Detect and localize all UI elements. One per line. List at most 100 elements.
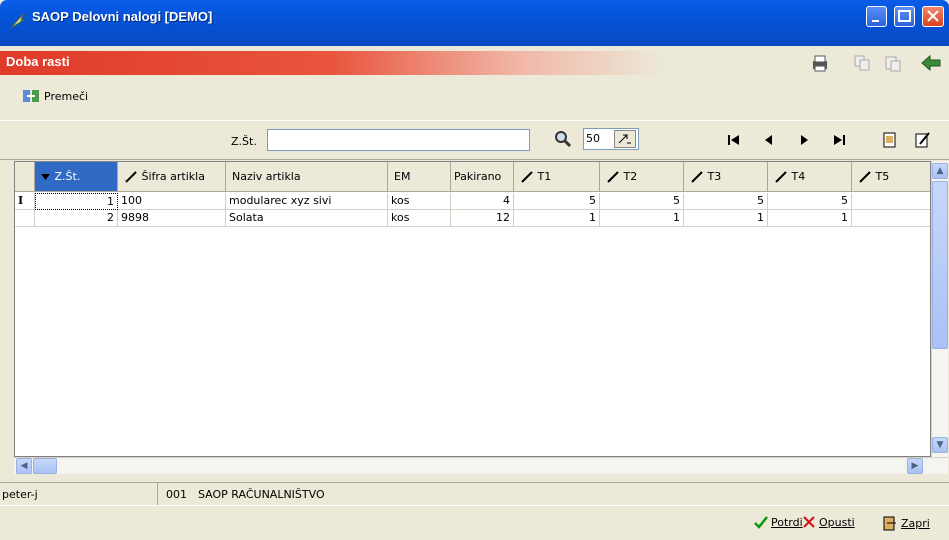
maximize-icon [898, 10, 911, 22]
title-bar: SAOP Delovni nalogi [DEMO] [0, 0, 949, 46]
scroll-right-icon[interactable]: ▶ [907, 458, 923, 474]
print-icon[interactable] [810, 54, 830, 75]
table-cell[interactable]: 1 [600, 210, 684, 227]
table-cell[interactable]: kos [388, 210, 451, 227]
scroll-up-icon[interactable]: ▲ [932, 163, 948, 179]
column-header-t1[interactable]: T1 [514, 162, 600, 192]
exit-icon[interactable] [920, 54, 942, 75]
table-cell[interactable]: kos [388, 193, 451, 210]
move-columns-icon [23, 90, 39, 102]
table-cell[interactable]: 100 [118, 193, 226, 210]
column-header-label: T1 [537, 170, 552, 183]
sub-header-title: Doba rasti [6, 54, 70, 69]
column-header-label: T4 [791, 170, 806, 183]
new-document-icon[interactable] [882, 131, 898, 152]
move-button-label: Premeči [44, 89, 89, 103]
checkmark-icon [754, 516, 768, 529]
copy-icon[interactable] [853, 54, 871, 75]
table-cell[interactable]: 1 [768, 210, 852, 227]
column-header-label: Naziv artikla [232, 170, 301, 183]
pencil-icon [691, 170, 703, 183]
close-button[interactable] [922, 6, 944, 27]
last-record-icon[interactable] [832, 133, 846, 150]
vertical-scrollbar[interactable]: ▲ ▼ [931, 161, 948, 457]
search-icon[interactable] [554, 130, 572, 151]
status-divider [157, 483, 158, 505]
scroll-left-icon[interactable]: ◀ [16, 458, 32, 474]
table-cell[interactable]: Solata [226, 210, 388, 227]
column-header-em[interactable]: EM [388, 162, 451, 192]
column-header-label: T5 [875, 170, 890, 183]
app-logo-icon [10, 13, 26, 29]
pencil-icon [521, 170, 533, 183]
data-grid: Z.Št. Šifra artikla Naziv artikla EM Pak… [14, 161, 931, 457]
door-exit-icon [883, 516, 896, 531]
table-cell[interactable]: 4 [451, 193, 514, 210]
paste-icon[interactable] [884, 54, 902, 75]
pencil-icon [607, 170, 619, 183]
column-header-label: EM [394, 170, 411, 183]
previous-record-icon[interactable] [762, 133, 776, 150]
column-header-zst[interactable]: Z.Št. [35, 162, 118, 192]
column-header-t2[interactable]: T2 [600, 162, 684, 192]
close-form-button-label: Zapri [901, 516, 930, 530]
cancel-x-icon [803, 516, 815, 528]
cancel-button[interactable]: Opusti [802, 515, 855, 529]
table-cell[interactable]: 5 [768, 193, 852, 210]
minimize-button[interactable] [866, 6, 887, 27]
column-header-label: T3 [707, 170, 722, 183]
zst-label: Z.Št. [231, 135, 257, 148]
status-user: peter-j [2, 488, 38, 501]
scroll-thumb[interactable] [932, 181, 948, 349]
confirm-button[interactable]: Potrdi [754, 515, 803, 529]
column-header-label: T2 [623, 170, 638, 183]
column-header-t5[interactable]: T5 [852, 162, 930, 192]
column-header-sifra[interactable]: Šifra artikla [118, 162, 226, 192]
column-header-naziv[interactable]: Naziv artikla [226, 162, 388, 192]
status-code: 001 [166, 488, 187, 501]
table-cell[interactable]: 5 [684, 193, 768, 210]
pencil-icon [859, 170, 871, 183]
zst-search-input[interactable] [267, 129, 530, 151]
next-record-icon[interactable] [798, 133, 812, 150]
table-cell[interactable]: 1 [514, 210, 600, 227]
table-cell[interactable] [852, 193, 930, 210]
column-header-t3[interactable]: T3 [684, 162, 768, 192]
column-header-label: Šifra artikla [141, 170, 205, 183]
sort-descending-icon [41, 173, 50, 180]
horizontal-scrollbar[interactable]: ◀ ▶ [14, 457, 948, 474]
confirm-button-label: Potrdi [771, 515, 803, 529]
pencil-icon [124, 170, 137, 183]
table-cell[interactable]: 1 [684, 210, 768, 227]
sub-header: Doba rasti [0, 51, 949, 75]
cancel-button-label: Opusti [819, 515, 855, 529]
close-form-button[interactable]: Zapri [882, 515, 930, 531]
table-cell[interactable] [852, 210, 930, 227]
table-cell[interactable]: 2 [35, 210, 118, 227]
spinner-icon [618, 134, 631, 144]
hscroll-thumb[interactable] [33, 458, 57, 474]
table-cell[interactable]: 12 [451, 210, 514, 227]
status-bar: peter-j 001 SAOP RAČUNALNIŠTVO [0, 482, 949, 505]
column-header-t4[interactable]: T4 [768, 162, 852, 192]
column-header-label: Pakirano [454, 170, 502, 183]
table-cell[interactable]: 1 [35, 193, 118, 210]
move-button[interactable]: Premeči [22, 88, 88, 104]
page-size-spinner[interactable] [614, 130, 636, 148]
column-header-label: Z.Št. [54, 170, 81, 183]
close-icon [927, 10, 939, 22]
table-cell[interactable]: modularec xyz sivi [226, 193, 388, 210]
table-cell[interactable]: 5 [514, 193, 600, 210]
table-cell[interactable]: 5 [600, 193, 684, 210]
maximize-button[interactable] [894, 6, 915, 27]
pencil-icon [775, 170, 787, 183]
scroll-down-icon[interactable]: ▼ [932, 437, 948, 453]
column-header-pakirano[interactable]: Pakirano [451, 162, 514, 192]
window-title: SAOP Delovni nalogi [DEMO] [32, 9, 213, 24]
first-record-icon[interactable] [727, 133, 741, 150]
row-indicator: I [15, 193, 35, 210]
table-cell[interactable]: 9898 [118, 210, 226, 227]
edit-document-icon[interactable] [914, 131, 932, 152]
minimize-icon [872, 20, 879, 22]
status-company: SAOP RAČUNALNIŠTVO [198, 488, 325, 501]
